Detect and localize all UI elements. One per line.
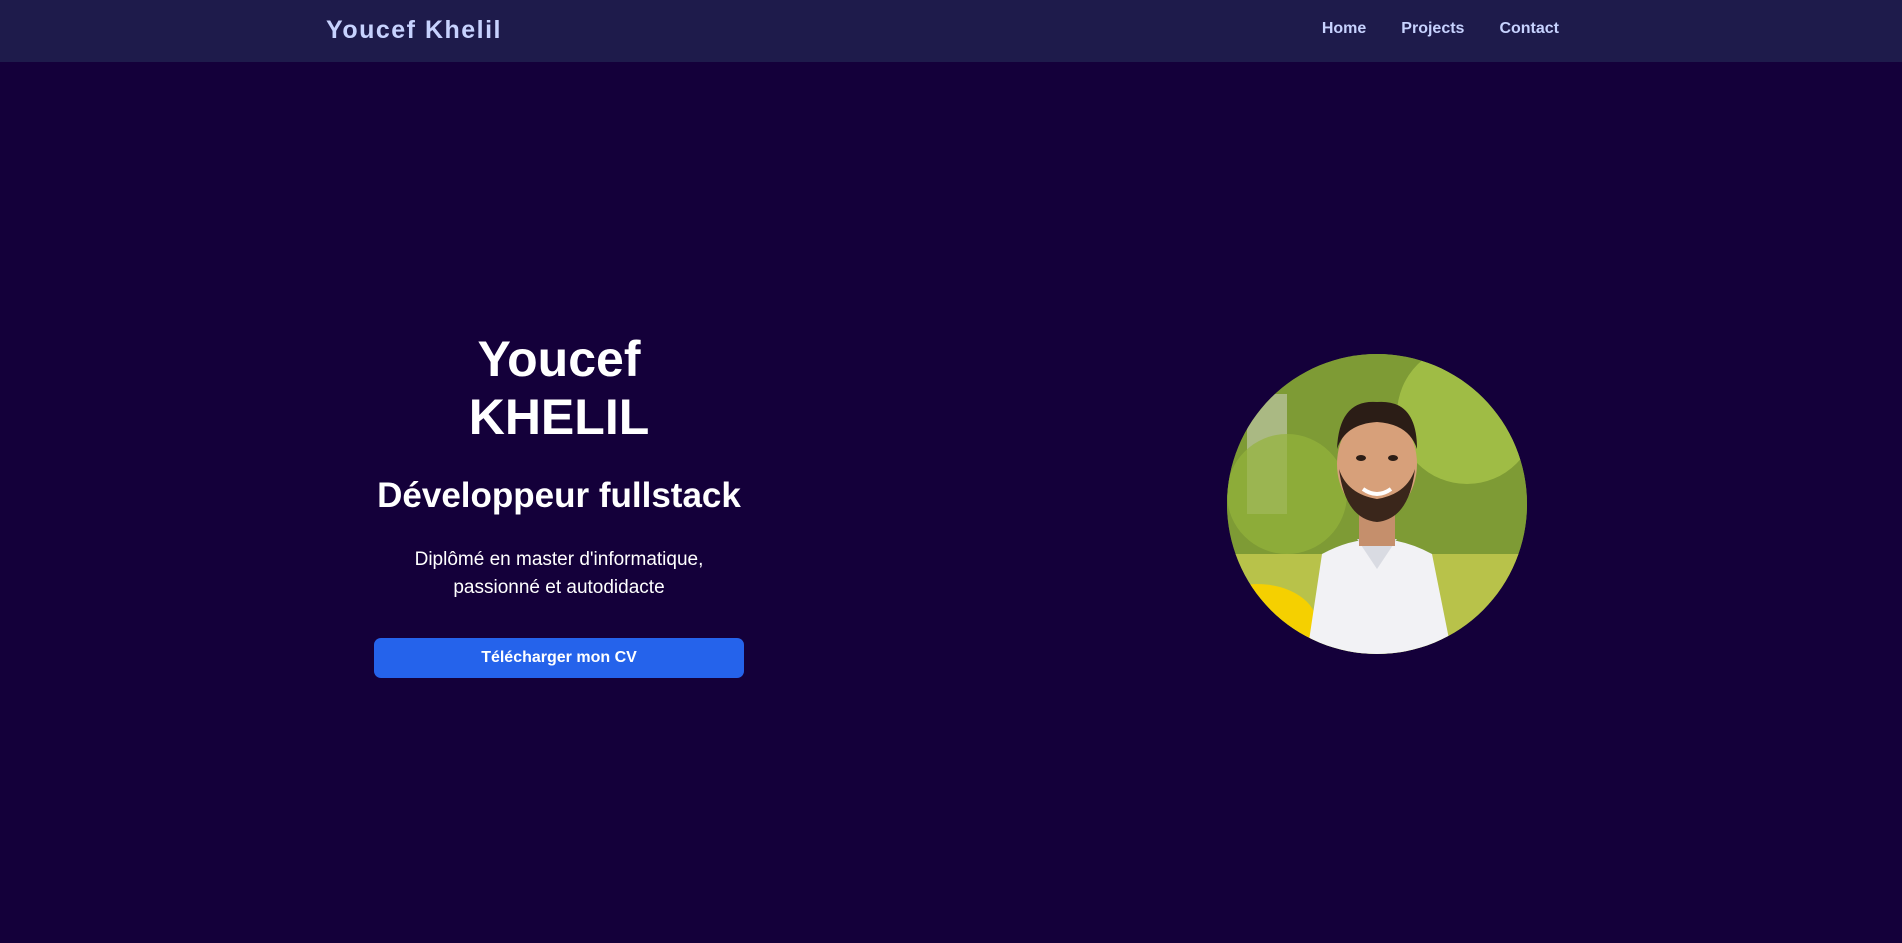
profile-photo-icon	[1227, 354, 1527, 654]
nav-link-contact[interactable]: Contact	[1499, 20, 1559, 38]
navbar: Youcef Khelil Home Projects Contact	[0, 0, 1902, 62]
brand-logo[interactable]: Youcef Khelil	[326, 16, 502, 45]
hero-section: Youcef KHELIL Développeur fullstack Dipl…	[374, 330, 744, 678]
hero-role: Développeur fullstack	[377, 476, 741, 515]
avatar	[1227, 354, 1527, 654]
nav-links: Home Projects Contact	[1322, 20, 1559, 38]
download-cv-button[interactable]: Télécharger mon CV	[374, 638, 744, 678]
hero-name: Youcef KHELIL	[468, 331, 650, 445]
hero-description: Diplômé en master d'informatique, passio…	[414, 549, 704, 598]
nav-link-home[interactable]: Home	[1322, 20, 1366, 38]
nav-link-projects[interactable]: Projects	[1401, 20, 1464, 38]
